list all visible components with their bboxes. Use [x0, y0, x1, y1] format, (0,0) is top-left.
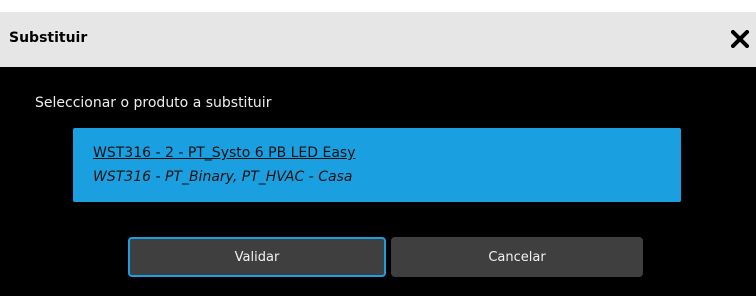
substitute-dialog: Substituir Seleccionar o produto a subst…	[0, 12, 756, 296]
dialog-title: Substituir	[9, 30, 88, 46]
select-product-prompt: Seleccionar o produto a substituir	[35, 95, 272, 111]
product-detail: WST316 - PT_Binary, PT_HVAC - Casa	[93, 169, 353, 185]
dialog-titlebar: Substituir	[0, 12, 756, 67]
close-button[interactable]	[727, 22, 753, 56]
close-icon[interactable]	[731, 30, 749, 48]
product-list-item[interactable]: WST316 - 2 - PT_Systo 6 PB LED Easy WST3…	[73, 128, 681, 202]
validate-button[interactable]: Validar	[128, 237, 386, 277]
product-name[interactable]: WST316 - 2 - PT_Systo 6 PB LED Easy	[93, 144, 356, 162]
cancel-button[interactable]: Cancelar	[391, 237, 643, 277]
